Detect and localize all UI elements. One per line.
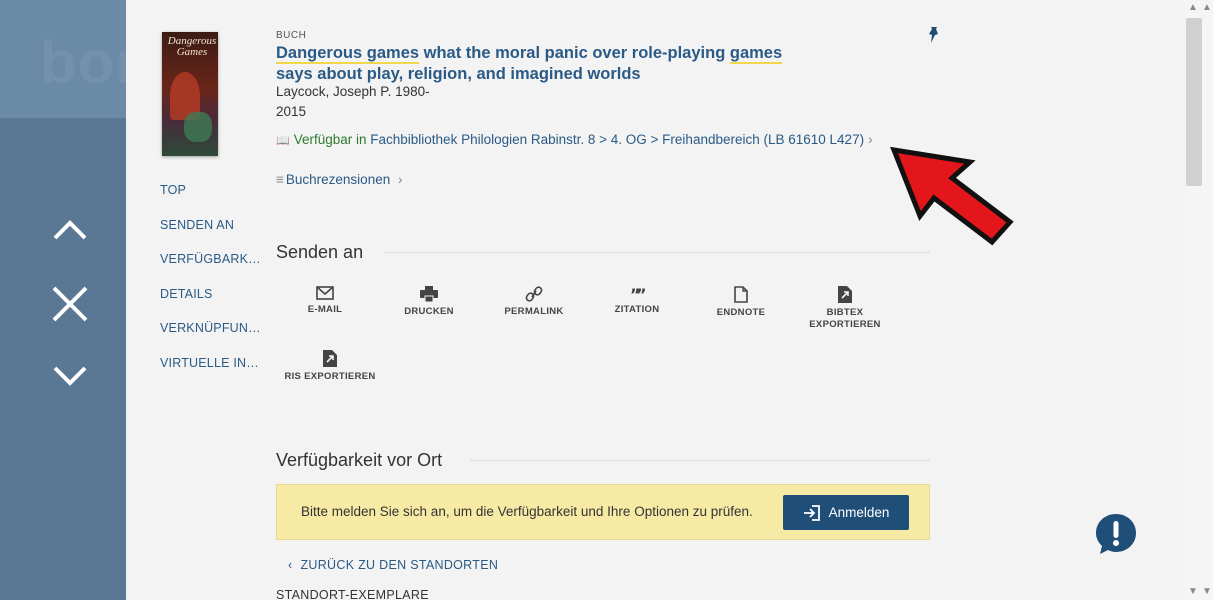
title-text: what the moral panic over role-playing [419, 44, 730, 62]
close-icon [52, 286, 88, 322]
scroll-up-icon[interactable]: ▲ [1188, 2, 1198, 13]
action-label: ZITATION [614, 304, 660, 315]
export-file-icon [838, 286, 852, 303]
vertical-scrollbar[interactable]: ▲ ▲ ▼ ▼ [1185, 0, 1213, 600]
scroll-down-icon[interactable]: ▼ [1188, 586, 1198, 597]
book-icon: 📖 [276, 135, 290, 147]
book-cover-image: Dangerous Games [162, 32, 218, 156]
document-icon [734, 286, 748, 303]
section-divider [470, 460, 930, 461]
action-label: DRUCKEN [404, 306, 454, 317]
section-link-verknuepfungen[interactable]: VERKNÜPFUNGEN [160, 320, 264, 355]
chevron-up-icon [53, 220, 87, 240]
pin-icon [929, 27, 938, 43]
scroll-up-icon[interactable]: ▲ [1202, 2, 1212, 13]
endnote-action-button[interactable]: ENDNOTE [691, 286, 791, 319]
link-icon [525, 286, 543, 302]
cover-figure [184, 112, 212, 142]
login-notice: Bitte melden Sie sich an, um die Verfügb… [276, 484, 930, 540]
section-divider [384, 252, 930, 253]
availability-line: 📖 Verfügbar in Fachbibliothek Philologien… [276, 130, 876, 151]
mail-icon [316, 286, 334, 300]
section-link-senden-an[interactable]: SENDEN AN [160, 217, 264, 252]
sign-in-icon [803, 504, 820, 521]
login-button[interactable]: Anmelden [783, 495, 909, 530]
login-message: Bitte melden Sie sich an, um die Verfügb… [301, 504, 753, 519]
exclamation-bubble-icon [1096, 514, 1136, 554]
ris-export-button[interactable]: RIS EXPORTIEREN [280, 350, 380, 383]
section-link-virtuelle-index[interactable]: VIRTUELLE INDEX [160, 355, 264, 390]
annotation-arrow-icon [890, 146, 1014, 246]
record-year: 2015 [276, 104, 307, 119]
list-icon: ≡ [276, 172, 284, 187]
section-heading-verfuegbarkeit: Verfügbarkeit vor Ort [276, 450, 443, 470]
action-label: BIBTEX EXPORTIEREN [809, 307, 881, 330]
action-label: PERMALINK [504, 306, 564, 317]
print-action-button[interactable]: DRUCKEN [379, 286, 479, 318]
print-icon [420, 286, 438, 302]
record-author: Laycock, Joseph P. 1980- [276, 84, 430, 99]
email-action-button[interactable]: E-MAIL [275, 286, 375, 316]
section-navigation: TOP SENDEN AN VERFÜGBARKEIT DETAILS VERK… [160, 182, 264, 389]
title-text: says about play, religion, and imagined … [276, 65, 641, 83]
scrollbar-thumb[interactable] [1186, 18, 1202, 186]
chevron-right-icon[interactable]: › [868, 132, 873, 147]
close-button[interactable] [48, 282, 92, 326]
availability-location-link[interactable]: Fachbibliothek Philologien Rabinstr. 8 >… [370, 132, 864, 147]
section-link-top[interactable]: TOP [160, 182, 264, 217]
section-link-verfuegbarkeit[interactable]: VERFÜGBARKEIT [160, 251, 264, 286]
permalink-action-button[interactable]: PERMALINK [484, 286, 584, 318]
citation-action-button[interactable]: ”” ZITATION [587, 286, 687, 316]
section-heading-senden-an: Senden an [276, 242, 364, 262]
title-highlight: Dangerous games [276, 44, 420, 64]
section-link-details[interactable]: DETAILS [160, 286, 264, 321]
cover-title: Dangerous Games [167, 35, 217, 58]
login-button-label: Anmelden [828, 505, 890, 520]
back-to-locations-link[interactable]: ‹ ZURÜCK ZU DEN STANDORTEN [288, 558, 498, 572]
previous-record-button[interactable] [48, 208, 92, 252]
resource-type-label: BUCH [276, 30, 307, 41]
next-record-button[interactable] [48, 354, 92, 398]
scroll-down-icon[interactable]: ▼ [1202, 586, 1212, 597]
record-title-link[interactable]: Dangerous games what the moral panic ove… [276, 43, 806, 85]
chevron-down-icon [53, 366, 87, 386]
action-label: RIS EXPORTIEREN [284, 371, 376, 382]
backdrop-overlay: bon [0, 0, 152, 600]
help-chat-button[interactable] [1094, 512, 1138, 556]
reviews-label: Buchrezensionen [285, 172, 391, 187]
bibtex-export-button[interactable]: BIBTEX EXPORTIEREN [795, 286, 895, 331]
chevron-right-icon: › [397, 172, 403, 187]
title-highlight: games [729, 44, 783, 64]
quote-icon: ”” [630, 286, 645, 300]
back-link-label: ZURÜCK ZU DEN STANDORTEN [300, 558, 499, 572]
book-reviews-link[interactable]: ≡ Buchrezensionen › [276, 172, 402, 187]
export-file-icon [323, 350, 337, 367]
availability-status: Verfügbar [293, 132, 353, 147]
pin-record-button[interactable] [926, 26, 942, 49]
chevron-left-icon: ‹ [288, 558, 293, 572]
availability-in: in [352, 132, 371, 147]
action-label: ENDNOTE [716, 307, 766, 318]
action-label: E-MAIL [307, 304, 343, 315]
svg-text:”: ” [636, 286, 645, 300]
